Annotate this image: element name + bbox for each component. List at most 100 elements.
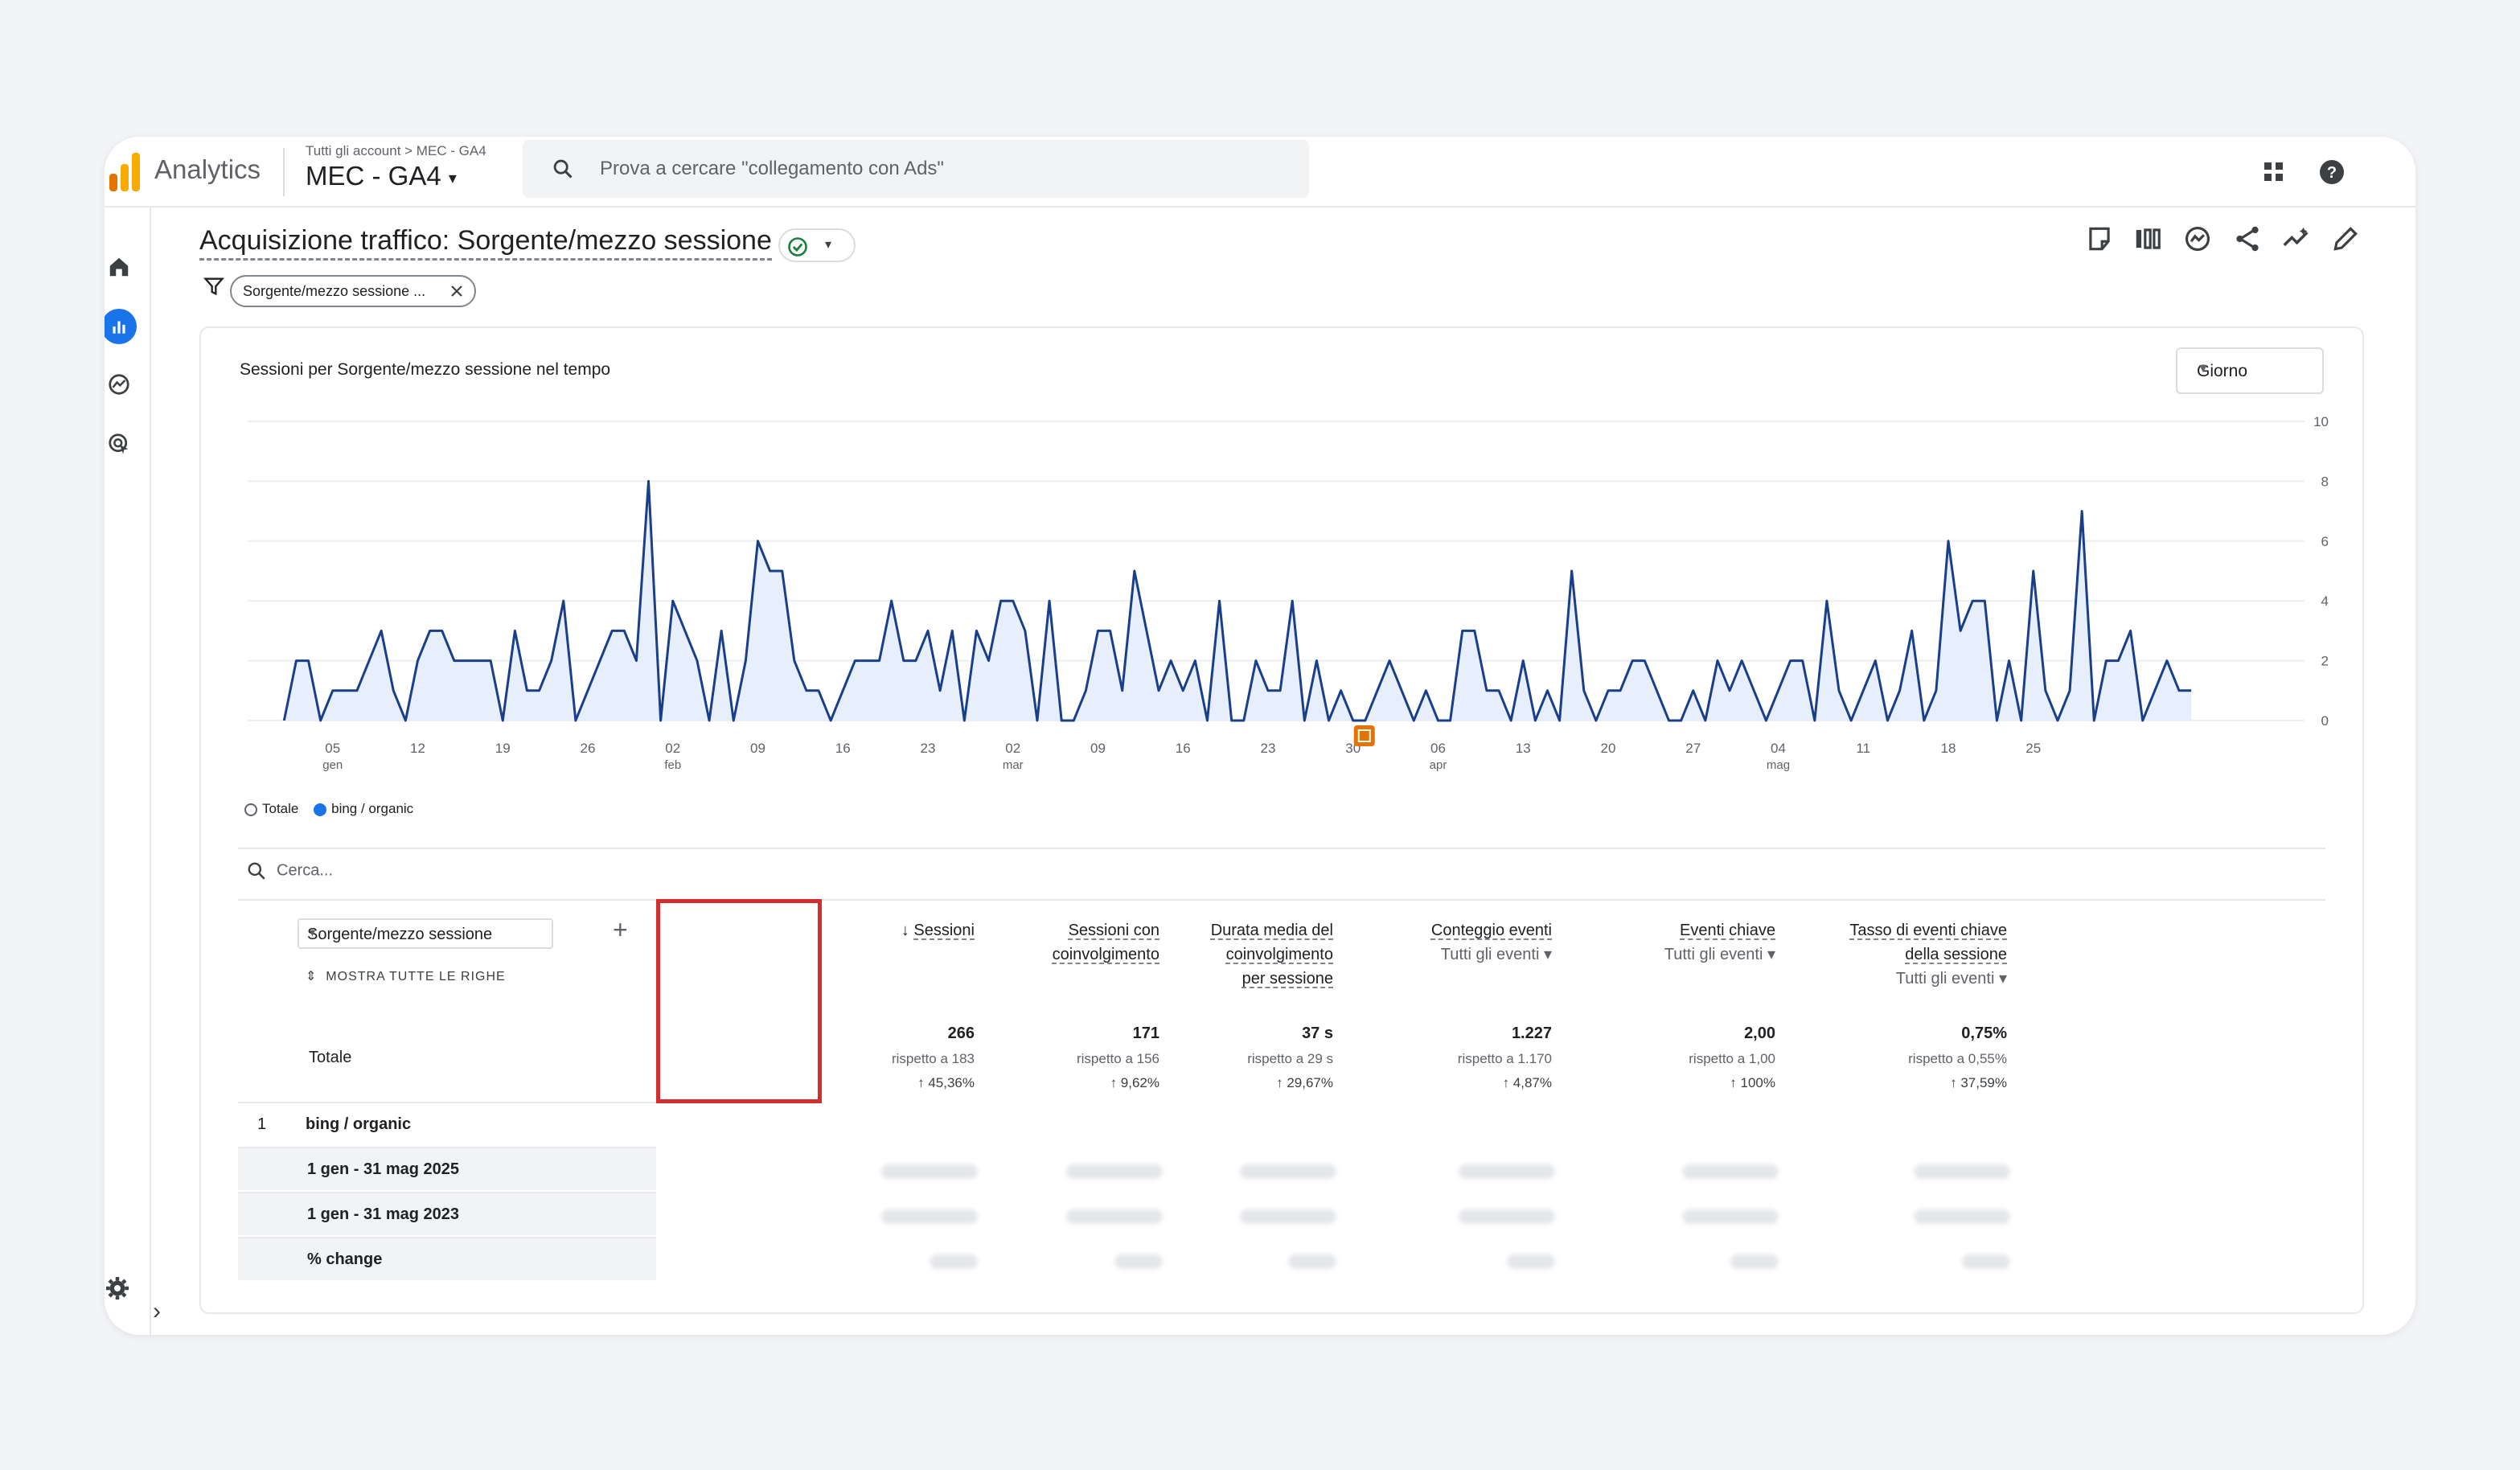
property-name: MEC - GA4 — [306, 161, 441, 191]
x-tick-label: 05 — [325, 741, 340, 756]
compare-value: rispetto a 1,00 — [1689, 1051, 1775, 1066]
x-tick-label: 06 — [1430, 741, 1446, 756]
column-title-line1: Durata media del — [1210, 922, 1333, 939]
table-row[interactable]: 1 gen - 31 mag 2023 — [238, 1192, 656, 1235]
y-tick-label: 4 — [2321, 593, 2329, 609]
filter-icon[interactable] — [203, 275, 225, 298]
trend-insights-icon[interactable] — [2280, 224, 2311, 254]
obscured-cell — [1066, 1209, 1163, 1224]
analytics-logo-icon — [109, 153, 140, 191]
x-tick-label: 12 — [410, 741, 425, 756]
table-row[interactable]: 1 bing / organic — [238, 1102, 656, 1145]
obscured-cell — [1459, 1209, 1555, 1224]
column-title-line2: della sessione — [1905, 946, 2007, 963]
edit-pencil-icon[interactable] — [2330, 224, 2361, 254]
change-value: ↑ 37,59% — [1950, 1075, 2007, 1090]
search-icon — [248, 862, 265, 880]
check-circle-icon — [788, 237, 807, 257]
filter-chip-label: Sorgente/mezzo sessione ... — [243, 283, 426, 299]
x-tick-month-label: mag — [1767, 758, 1790, 772]
compare-sheet-icon[interactable] — [2084, 224, 2115, 254]
breadcrumb[interactable]: Tutti gli account > MEC - GA4 — [306, 143, 486, 159]
granularity-select[interactable]: Giorno ▼ — [2176, 347, 2324, 394]
change-value: ↑ 9,62% — [1110, 1075, 1159, 1090]
dimension-select[interactable]: Sorgente/mezzo sessione ▼ — [298, 918, 553, 949]
legend-item-bing[interactable]: bing / organic — [314, 801, 413, 816]
column-title-line1: Conteggio eventi — [1430, 922, 1552, 939]
legend-item-total[interactable]: Totale — [244, 801, 298, 816]
settings-gear-icon[interactable] — [105, 1275, 130, 1301]
y-tick-label: 6 — [2321, 534, 2329, 549]
legend-total-swatch — [244, 803, 257, 816]
columns-compare-icon[interactable] — [2132, 224, 2163, 254]
expand-nav-chevron-icon[interactable]: › — [153, 1298, 161, 1325]
compare-value: rispetto a 0,55% — [1908, 1051, 2007, 1066]
obscured-cell — [1066, 1164, 1163, 1179]
event-filter-select[interactable]: Tutti gli eventi ▾ — [1664, 942, 1775, 967]
column-header-4[interactable]: Eventi chiave Tutti gli eventi ▾ — [1664, 918, 1775, 967]
compare-value: rispetto a 183 — [891, 1051, 975, 1066]
column-total-5: 0,75% rispetto a 0,55% ↑ 37,59% — [1908, 1020, 2007, 1095]
nav-home[interactable] — [105, 249, 137, 285]
column-header-5[interactable]: Tasso di eventi chiave della sessione Tutt… — [1849, 918, 2007, 991]
table-row[interactable]: 1 gen - 31 mag 2025 — [238, 1147, 656, 1190]
table-search[interactable]: Cerca... — [246, 860, 333, 881]
search-bar[interactable]: Prova a cercare "collegamento con Ads" — [523, 140, 1309, 198]
compare-value: rispetto a 156 — [1076, 1051, 1159, 1066]
obscured-cell — [1114, 1254, 1163, 1269]
x-tick-label: 26 — [581, 741, 596, 756]
insights-icon[interactable] — [2182, 224, 2213, 254]
row-label: % change — [307, 1250, 383, 1268]
column-header-2[interactable]: Durata media del coinvolgimento per sessio… — [1211, 918, 1333, 991]
y-tick-label: 2 — [2321, 654, 2329, 669]
search-icon — [553, 159, 573, 179]
obscured-cell — [1288, 1254, 1336, 1269]
annotation-marker-icon[interactable] — [1353, 725, 1375, 746]
x-tick-label: 25 — [2025, 741, 2041, 756]
column-title-line2: coinvolgimento — [1052, 946, 1159, 963]
total-row-label: Totale — [309, 1049, 352, 1066]
x-tick-label: 19 — [495, 741, 511, 756]
apps-grid-icon[interactable] — [2256, 154, 2292, 190]
y-tick-label: 8 — [2321, 474, 2329, 489]
share-icon[interactable] — [2232, 224, 2263, 254]
left-navigation-rail — [105, 207, 151, 1335]
help-icon[interactable]: ? — [2314, 154, 2350, 190]
event-filter-select[interactable]: Tutti gli eventi ▾ — [1431, 942, 1552, 967]
column-header-1[interactable]: Sessioni con coinvolgimento — [1053, 918, 1159, 967]
nav-advertising[interactable] — [105, 426, 137, 462]
table-search-placeholder: Cerca... — [277, 861, 334, 880]
add-dimension-button[interactable]: + — [613, 915, 628, 945]
total-value: 2,00 — [1744, 1024, 1775, 1042]
expand-collapse-icon: ⇕ — [306, 970, 326, 983]
table-row[interactable]: % change — [238, 1237, 656, 1280]
legend-bing-swatch — [314, 803, 327, 816]
nav-reports[interactable] — [105, 309, 137, 344]
show-all-rows-button[interactable]: ⇕ MOSTRA TUTTE LE RIGHE — [306, 968, 506, 984]
total-value: 37 s — [1302, 1024, 1333, 1042]
line-chart: 024681005gen12 19 26 02feb09 16 23 02mar09 16 23… — [248, 414, 2329, 772]
caret-down-icon: ▼ — [307, 926, 318, 938]
compare-value: rispetto a 1.170 — [1457, 1051, 1552, 1066]
nav-explore[interactable] — [105, 367, 137, 402]
x-tick-label: 16 — [835, 741, 851, 756]
x-tick-month-label: apr — [1430, 758, 1447, 772]
report-status-chip[interactable]: ▾ — [778, 228, 856, 262]
change-value: ↑ 100% — [1730, 1075, 1775, 1090]
column-header-0[interactable]: ↓ Sessioni — [901, 918, 975, 942]
close-icon[interactable] — [447, 281, 466, 301]
obscured-cell — [1914, 1164, 2010, 1179]
report-card: Sessioni per Sorgente/mezzo sessione nel… — [199, 326, 2364, 1314]
x-tick-label: 27 — [1685, 741, 1701, 756]
divider — [238, 848, 2325, 849]
row-label: 1 gen - 31 mag 2025 — [307, 1160, 459, 1178]
highlight-sessions-column — [656, 899, 822, 1103]
column-total-1: 171 rispetto a 156 ↑ 9,62% — [1077, 1020, 1159, 1095]
event-filter-select[interactable]: Tutti gli eventi ▾ — [1849, 967, 2007, 991]
sort-descending-icon: ↓ — [901, 922, 914, 939]
x-tick-label: 09 — [750, 741, 765, 756]
property-selector[interactable]: MEC - GA4 ▾ — [306, 161, 457, 191]
column-title-line1: Sessioni con — [1068, 922, 1159, 939]
filter-chip[interactable]: Sorgente/mezzo sessione ... — [230, 275, 476, 307]
column-header-3[interactable]: Conteggio eventi Tutti gli eventi ▾ — [1431, 918, 1552, 967]
